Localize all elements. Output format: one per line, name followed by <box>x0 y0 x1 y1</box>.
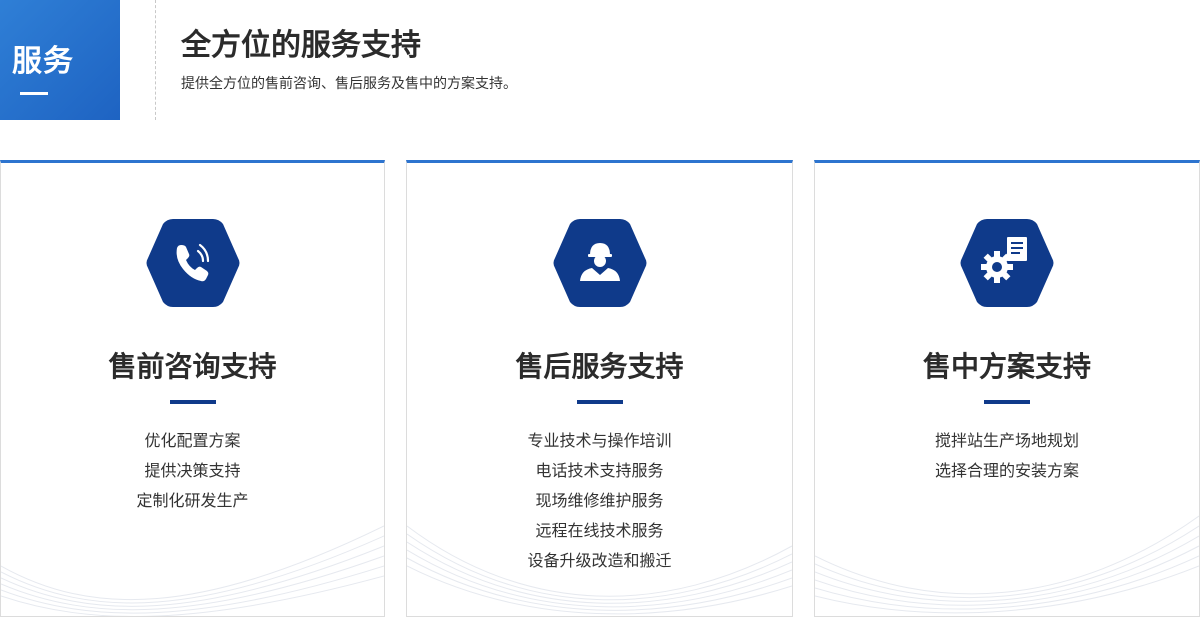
list-item: 选择合理的安装方案 <box>934 461 1079 480</box>
title-underline <box>576 400 623 404</box>
page-title: 全方位的服务支持 <box>181 28 421 63</box>
card-aftersales: 售后服务支持 专业技术与操作培训 电话技术支持服务 现场维修维护服务 远程在线技… <box>406 160 793 617</box>
page-subtitle: 提供全方位的售前咨询、售后服务及售中的方案支持。 <box>181 76 517 92</box>
card-item-list: 优化配置方案 提供决策支持 定制化研发生产 <box>1 426 384 516</box>
badge-label: 服务 <box>12 44 74 79</box>
header-divider <box>155 0 156 120</box>
list-item: 远程在线技术服务 <box>535 521 664 540</box>
badge-underline <box>20 92 48 95</box>
list-item: 定制化研发生产 <box>136 491 249 510</box>
card-presales: 售前咨询支持 优化配置方案 提供决策支持 定制化研发生产 <box>0 160 385 617</box>
list-item: 专业技术与操作培训 <box>527 431 672 450</box>
card-title: 售后服务支持 <box>515 350 684 383</box>
wave-decoration <box>1 525 384 616</box>
list-item: 优化配置方案 <box>144 431 241 450</box>
card-title: 售中方案支持 <box>922 350 1091 383</box>
card-insales: 售中方案支持 搅拌站生产场地规划 选择合理的安装方案 <box>814 160 1200 617</box>
list-item: 提供决策支持 <box>144 461 241 480</box>
list-item: 现场维修维护服务 <box>535 491 664 510</box>
hexagon-badge <box>146 219 239 307</box>
title-underline <box>169 400 216 404</box>
wave-decoration <box>815 515 1199 614</box>
hexagon-badge <box>553 219 646 307</box>
title-underline <box>984 400 1030 404</box>
card-title: 售前咨询支持 <box>108 350 277 383</box>
card-item-list: 搅拌站生产场地规划 选择合理的安装方案 <box>815 426 1199 486</box>
section-badge: 服务 <box>0 0 120 120</box>
card-item-list: 专业技术与操作培训 电话技术支持服务 现场维修维护服务 远程在线技术服务 设备升… <box>407 426 792 576</box>
list-item: 搅拌站生产场地规划 <box>934 431 1079 450</box>
list-item: 设备升级改造和搬迁 <box>527 551 672 570</box>
hexagon-badge <box>960 219 1054 307</box>
list-item: 电话技术支持服务 <box>535 461 664 480</box>
